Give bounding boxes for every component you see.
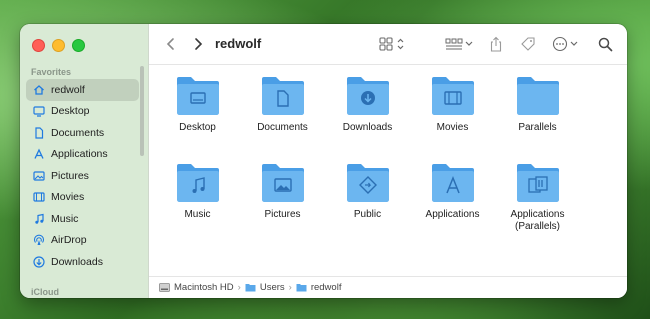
folder-icon	[245, 283, 256, 292]
folder-item-applications[interactable]: Applications	[410, 163, 495, 221]
chevron-right-icon	[194, 38, 202, 50]
window-controls	[32, 39, 85, 52]
folder-item-downloads[interactable]: Downloads	[325, 76, 410, 134]
applications-icon	[33, 148, 45, 160]
sidebar-item-movies[interactable]: Movies	[26, 187, 139, 209]
sidebar-item-label: Applications	[51, 148, 108, 161]
folder-item-movies[interactable]: Movies	[410, 76, 495, 134]
zoom-button[interactable]	[72, 39, 85, 52]
pictures-icon	[33, 170, 45, 182]
sidebar-item-music[interactable]: Music	[26, 208, 139, 230]
folder-label: Movies	[436, 122, 469, 133]
folder-icon	[260, 76, 306, 116]
hard-drive-icon	[159, 283, 170, 292]
sidebar-item-label: Movies	[51, 191, 85, 204]
movies-icon	[33, 191, 45, 203]
folder-label: Parallels	[518, 122, 557, 133]
finder-window: Favorites redwolf Desktop Documents Appl…	[20, 24, 627, 298]
document-icon	[33, 127, 45, 139]
folder-icon	[175, 76, 221, 116]
view-mode-button[interactable]	[377, 24, 407, 64]
folder-icon	[175, 163, 221, 203]
path-bar: Macintosh HD › Users › redwolf	[149, 276, 627, 298]
icon-view-icon	[379, 37, 404, 51]
path-separator: ›	[288, 282, 292, 293]
close-button[interactable]	[32, 39, 45, 52]
share-icon	[490, 36, 502, 52]
folder-item-pictures[interactable]: Pictures	[240, 163, 325, 221]
path-segment-users[interactable]: Users	[245, 282, 285, 293]
desktop-icon	[33, 105, 45, 117]
folder-icon	[430, 76, 476, 116]
sidebar-item-documents[interactable]: Documents	[26, 122, 139, 144]
search-button[interactable]	[595, 24, 615, 64]
sidebar-item-label: Pictures	[51, 169, 89, 182]
home-folder-icon	[296, 283, 307, 292]
back-button[interactable]	[161, 24, 179, 64]
folder-icon	[515, 76, 561, 116]
ellipsis-circle-icon	[552, 36, 578, 52]
path-separator: ›	[237, 282, 241, 293]
sidebar-item-downloads[interactable]: Downloads	[26, 251, 139, 273]
download-icon	[360, 91, 375, 105]
sidebar-item-label: Music	[51, 212, 79, 225]
forward-button[interactable]	[189, 24, 207, 64]
folder-icon	[260, 163, 306, 203]
share-button[interactable]	[487, 24, 505, 64]
folder-icon	[345, 163, 391, 203]
house-icon	[33, 84, 45, 96]
group-button[interactable]	[445, 24, 475, 64]
folder-icon	[515, 163, 561, 203]
downloads-icon	[33, 256, 45, 268]
folder-item-documents[interactable]: Documents	[240, 76, 325, 134]
more-actions-button[interactable]	[551, 24, 581, 64]
minimize-button[interactable]	[52, 39, 65, 52]
sidebar-list: redwolf Desktop Documents Applications P…	[26, 79, 139, 273]
search-icon	[598, 37, 612, 51]
sidebar-scrollbar[interactable]	[140, 66, 144, 156]
sidebar-item-applications[interactable]: Applications	[26, 144, 139, 166]
folder-label: Public	[353, 209, 382, 220]
main-pane: redwolf Desktop Documents Downloads Movi…	[149, 24, 627, 298]
folder-item-music[interactable]: Music	[155, 163, 240, 221]
sidebar-item-label: redwolf	[51, 83, 85, 96]
sidebar-section-favorites: Favorites	[31, 67, 72, 77]
tag-button[interactable]	[518, 24, 538, 64]
group-icon	[445, 38, 473, 50]
sidebar-item-label: Downloads	[51, 255, 103, 268]
folder-item-public[interactable]: Public	[325, 163, 410, 221]
folder-label: Downloads	[342, 122, 393, 133]
sidebar-section-icloud: iCloud	[31, 287, 59, 297]
folder-label: Documents	[257, 122, 308, 133]
sidebar-item-label: Desktop	[51, 105, 90, 118]
sidebar-item-pictures[interactable]: Pictures	[26, 165, 139, 187]
folder-label: Desktop	[179, 122, 216, 133]
chevron-left-icon	[166, 38, 174, 50]
folder-item-parallels[interactable]: Parallels	[495, 76, 580, 134]
folder-item-applications-parallels[interactable]: Applications (Parallels)	[495, 163, 580, 233]
folder-label: Pictures	[264, 209, 301, 220]
path-segment-redwolf[interactable]: redwolf	[296, 282, 341, 293]
sidebar-item-label: AirDrop	[51, 234, 87, 247]
path-segment-macintosh-hd[interactable]: Macintosh HD	[159, 282, 234, 293]
sidebar-item-airdrop[interactable]: AirDrop	[26, 230, 139, 252]
airdrop-icon	[33, 234, 45, 246]
folder-icon	[430, 163, 476, 203]
sidebar: Favorites redwolf Desktop Documents Appl…	[20, 24, 149, 298]
folder-icon	[345, 76, 391, 116]
tag-icon	[521, 37, 535, 51]
sidebar-item-desktop[interactable]: Desktop	[26, 101, 139, 123]
folder-item-desktop[interactable]: Desktop	[155, 76, 240, 134]
window-title: redwolf	[215, 36, 262, 51]
music-icon	[33, 213, 45, 225]
folder-label: Music	[184, 209, 211, 220]
sidebar-item-label: Documents	[51, 126, 105, 139]
folder-label: Applications (Parallels)	[510, 209, 565, 232]
sidebar-item-redwolf[interactable]: redwolf	[26, 79, 139, 101]
folder-label: Applications	[425, 209, 480, 220]
toolbar: redwolf	[149, 24, 627, 65]
